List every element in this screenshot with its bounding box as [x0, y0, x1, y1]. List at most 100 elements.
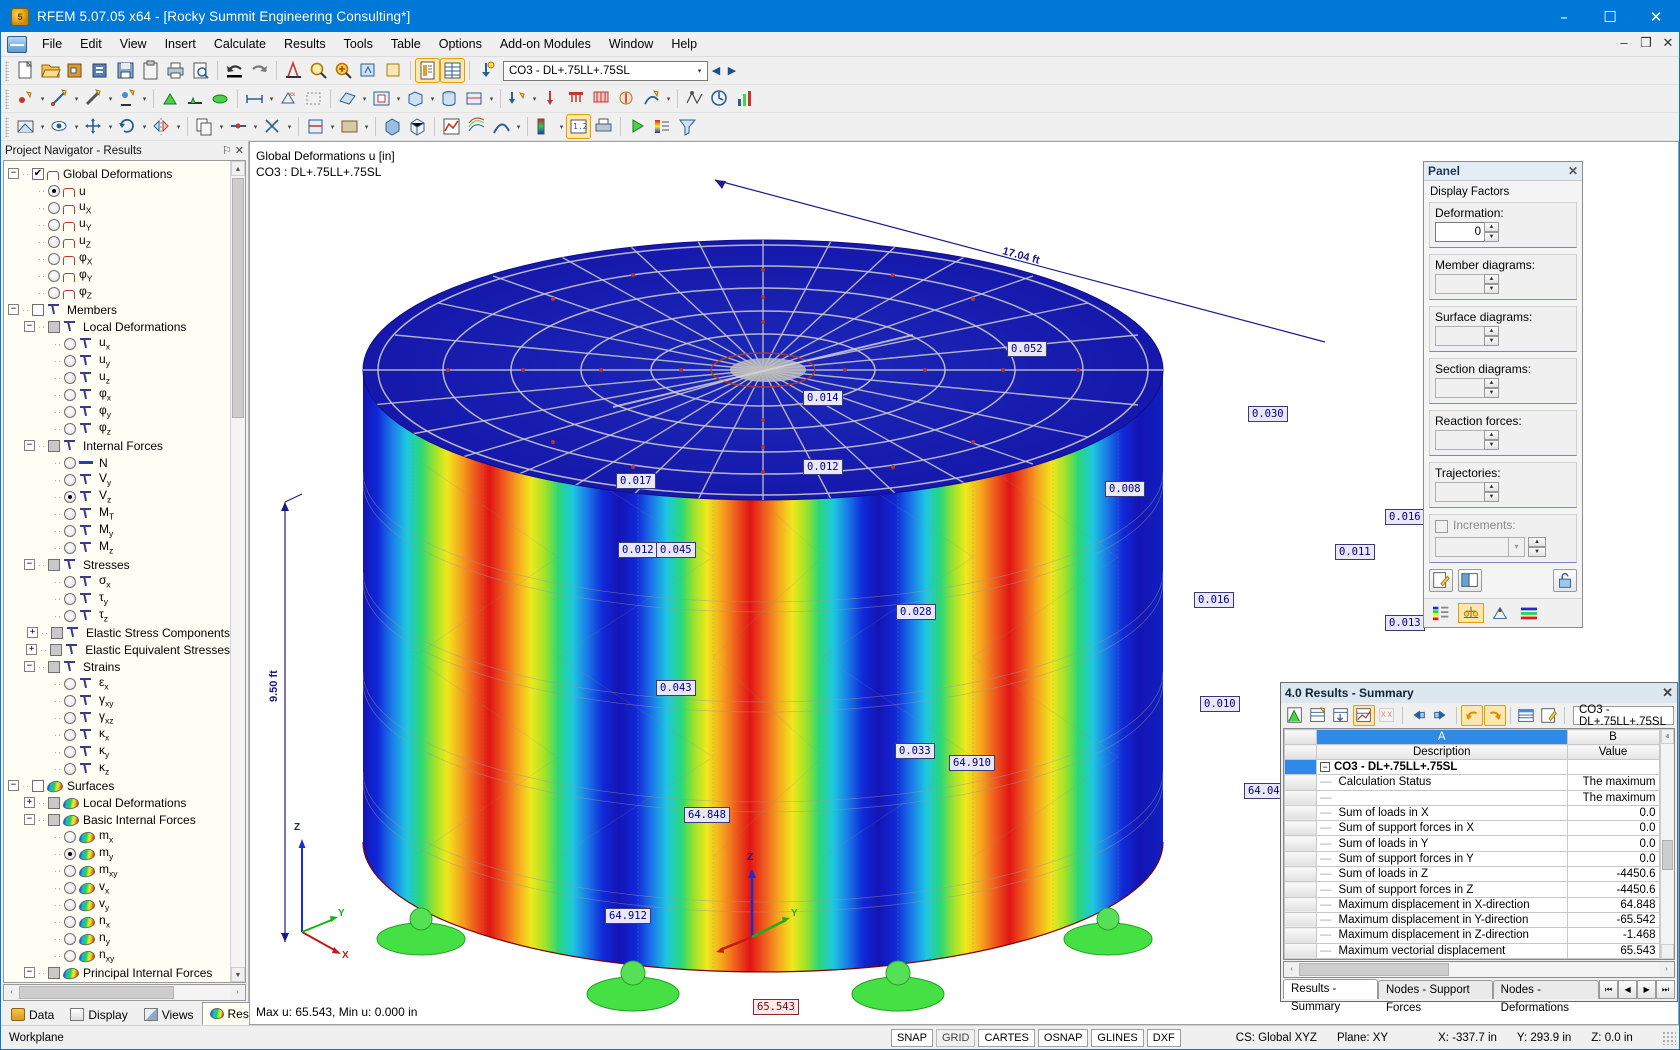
- tree-radio-button[interactable]: [64, 695, 76, 707]
- row-number-cell[interactable]: [1285, 882, 1317, 897]
- panel-tab-legend[interactable]: [1516, 603, 1542, 623]
- results-hscroll-thumb[interactable]: [1299, 963, 1449, 976]
- results-icon-tb[interactable]: [733, 87, 756, 110]
- tree-radio-button[interactable]: [64, 763, 76, 775]
- next-table-icon[interactable]: [1430, 705, 1452, 726]
- tree-checkbox[interactable]: [32, 304, 44, 316]
- tree-item-u[interactable]: ·· uy: [8, 352, 230, 369]
- tree-radio-button[interactable]: [64, 474, 76, 486]
- import-table-icon[interactable]: [1330, 705, 1352, 726]
- tree-item--[interactable]: ·· σx: [8, 573, 230, 590]
- tree-radio-button[interactable]: [64, 899, 76, 911]
- results-scroll-up[interactable]: ⱏ: [1661, 729, 1674, 744]
- hscroll-right-button[interactable]: ›: [230, 985, 245, 1000]
- tree-item-global-deformations[interactable]: − ·· ✔ Global Deformations: [8, 165, 230, 182]
- material-icon[interactable]: [338, 115, 361, 138]
- tree-item-u[interactable]: ·· uY: [8, 216, 230, 233]
- tree-radio-button[interactable]: [48, 185, 60, 197]
- tree-radio-button[interactable]: [64, 882, 76, 894]
- surface-dropdown[interactable]: ▾: [360, 87, 369, 110]
- tree-expander-icon[interactable]: −: [24, 440, 35, 451]
- show-hide-dropdown[interactable]: ▾: [38, 115, 47, 138]
- result-values-icon[interactable]: 1.2: [567, 115, 590, 138]
- tree-radio-button[interactable]: [64, 610, 76, 622]
- tree-expander-icon[interactable]: +: [26, 644, 37, 655]
- tree-item--[interactable]: ·· φz: [8, 420, 230, 437]
- isolines-icon[interactable]: [465, 115, 488, 138]
- clipboard-icon[interactable]: [139, 59, 162, 82]
- open-recent-icon[interactable]: [89, 59, 112, 82]
- tree-checkbox[interactable]: [32, 780, 44, 792]
- tree-radio-button[interactable]: [64, 933, 76, 945]
- navigator-vertical-scrollbar[interactable]: ▲ ▼: [230, 161, 245, 982]
- tree-expander-icon[interactable]: −: [8, 780, 19, 791]
- insert-member-dropdown[interactable]: ▾: [106, 87, 115, 110]
- menu-edit[interactable]: Edit: [71, 33, 111, 55]
- row-number-cell[interactable]: [1285, 897, 1317, 912]
- deformation-display-icon[interactable]: [490, 115, 513, 138]
- menu-addon-modules[interactable]: Add-on Modules: [491, 33, 600, 55]
- tree-expander-icon[interactable]: −: [24, 661, 35, 672]
- insert-line-support-icon[interactable]: [184, 87, 207, 110]
- animate-icon[interactable]: [626, 115, 649, 138]
- solid-dropdown[interactable]: ▾: [428, 87, 437, 110]
- tree-radio-button[interactable]: [64, 355, 76, 367]
- tree-item-surfaces[interactable]: − ·· Surfaces: [8, 777, 230, 794]
- tree-item--[interactable]: ·· φY: [8, 267, 230, 284]
- menu-results[interactable]: Results: [275, 33, 335, 55]
- tree-item--[interactable]: ·· γxy: [8, 692, 230, 709]
- resize-grip[interactable]: [1662, 1031, 1676, 1045]
- tree-item-n[interactable]: ·· nxy: [8, 947, 230, 964]
- results-tab-support-forces[interactable]: Nodes - Support Forces: [1378, 980, 1493, 999]
- save-icon[interactable]: [114, 59, 137, 82]
- tree-item-u[interactable]: ·· uz: [8, 369, 230, 386]
- wireframe-icon[interactable]: [406, 115, 429, 138]
- tree-item--[interactable]: ·· φy: [8, 403, 230, 420]
- tree-radio-button[interactable]: [48, 202, 60, 214]
- status-toggle-glines[interactable]: GLINES: [1091, 1029, 1143, 1047]
- tree-item-elastic-equivalent-stresses[interactable]: + ·· Elastic Equivalent Stresses: [8, 641, 230, 658]
- free-load-icon[interactable]: [615, 87, 638, 110]
- navigator-tab-data[interactable]: Data: [3, 1004, 62, 1025]
- menu-insert[interactable]: Insert: [156, 33, 205, 55]
- row-number-cell[interactable]: [1285, 928, 1317, 943]
- status-toggle-grid[interactable]: GRID: [936, 1029, 976, 1047]
- scroll-thumb[interactable]: [232, 178, 244, 418]
- tree-item--[interactable]: ·· κy: [8, 743, 230, 760]
- table-row[interactable]: — Maximum displacement in Z-direction -1.4…: [1285, 928, 1660, 943]
- mdi-close-button[interactable]: ✕: [1657, 33, 1679, 55]
- toolbar-grip-3[interactable]: [5, 117, 9, 137]
- deformation-dropdown[interactable]: ▾: [514, 115, 523, 138]
- zoom-all-icon[interactable]: [357, 59, 380, 82]
- navigator-pin-icon[interactable]: ⚐: [222, 144, 232, 157]
- tab-next-button[interactable]: ▶: [1637, 980, 1656, 999]
- results-tab-deformations[interactable]: Nodes - Deformations: [1493, 980, 1599, 999]
- tree-radio-button[interactable]: [48, 253, 60, 265]
- menu-options[interactable]: Options: [430, 33, 491, 55]
- color-scale-dropdown[interactable]: ▾: [557, 115, 566, 138]
- increments-checkbox[interactable]: [1435, 520, 1448, 533]
- column-key-a[interactable]: A: [1317, 730, 1568, 745]
- insert-support-dropdown[interactable]: ▾: [140, 87, 149, 110]
- render-solid-icon[interactable]: [381, 115, 404, 138]
- tree-item-u[interactable]: ·· u: [8, 182, 230, 199]
- tree-item--[interactable]: ·· κx: [8, 726, 230, 743]
- table-row[interactable]: — Sum of loads in Y 0.0: [1285, 836, 1660, 851]
- tree-item--[interactable]: ·· εx: [8, 675, 230, 692]
- tree-item-internal-forces[interactable]: − ·· Internal Forces: [8, 437, 230, 454]
- results-tab-summary[interactable]: Results - Summary: [1283, 979, 1378, 999]
- tree-item-elastic-stress-components[interactable]: + ·· Elastic Stress Components: [8, 624, 230, 641]
- imperfection-dropdown[interactable]: ▾: [664, 87, 673, 110]
- tree-item--[interactable]: ·· γxz: [8, 709, 230, 726]
- hscroll-thumb[interactable]: [19, 986, 174, 999]
- chevron-down-icon[interactable]: ▾: [692, 67, 707, 75]
- cylinder-icon[interactable]: [438, 87, 461, 110]
- redo-icon[interactable]: [248, 59, 271, 82]
- insert-line-icon[interactable]: [48, 87, 71, 110]
- table-row[interactable]: — Sum of support forces in Z -4450.6: [1285, 882, 1660, 897]
- tables-icon[interactable]: [441, 59, 464, 82]
- divide-icon[interactable]: [227, 115, 250, 138]
- tree-checkbox[interactable]: [48, 440, 60, 452]
- visibility-dropdown[interactable]: ▾: [72, 115, 81, 138]
- mirror-icon[interactable]: [150, 115, 173, 138]
